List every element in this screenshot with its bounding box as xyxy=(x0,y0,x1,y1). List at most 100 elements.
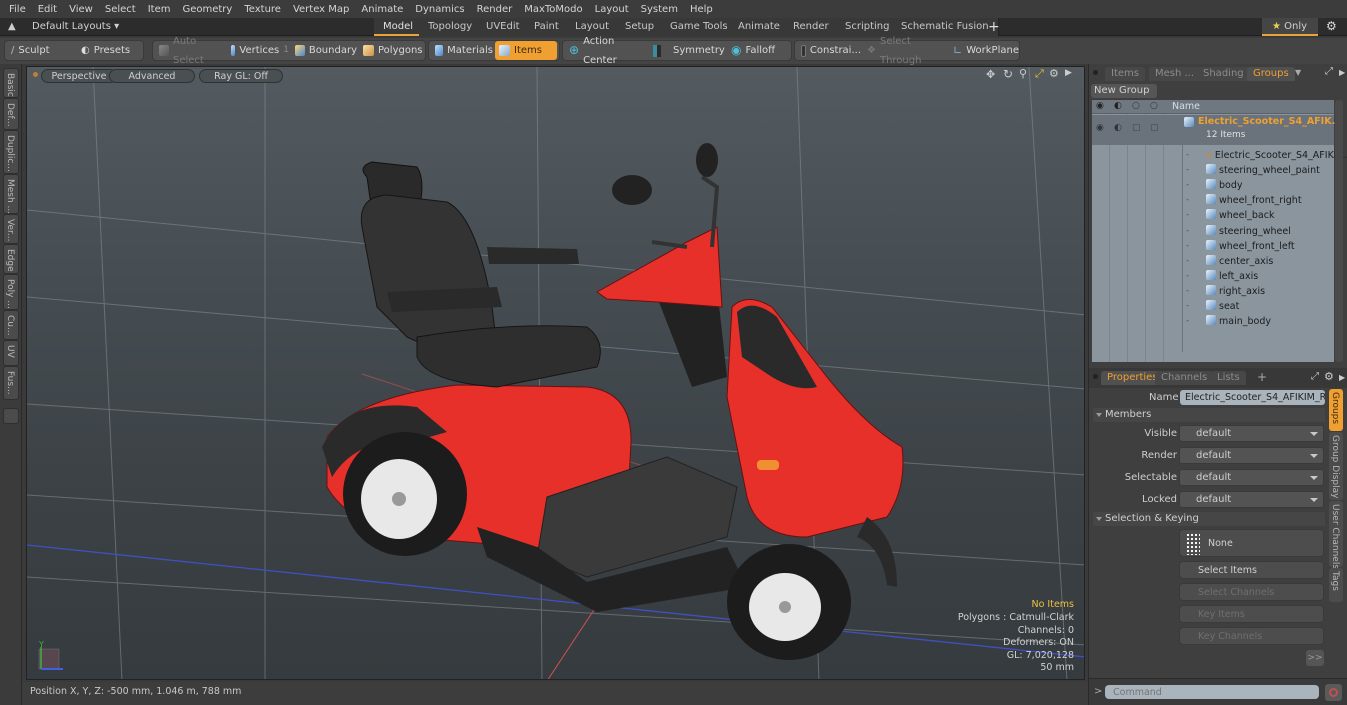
tree-member-row[interactable]: ‐ center_axis xyxy=(1092,254,1334,269)
select-channels-button[interactable]: Select Channels xyxy=(1179,583,1324,601)
gear-icon[interactable]: ⚙ xyxy=(1326,19,1337,33)
tab-mesh[interactable]: Mesh ... xyxy=(1149,67,1201,81)
auto-select-button[interactable]: Auto Select xyxy=(155,36,225,66)
collapse-icon[interactable]: ▲ xyxy=(8,21,16,32)
viewport-settings-icon[interactable]: ⚙ xyxy=(1049,67,1059,80)
constraints-button[interactable]: Constrai... xyxy=(797,41,861,60)
presets-button[interactable]: ◐ Presets xyxy=(77,41,141,60)
tab-fusion[interactable]: Fus... xyxy=(3,366,19,400)
selectable-select[interactable]: default xyxy=(1179,469,1324,486)
menu-help[interactable]: Help xyxy=(685,4,720,15)
render-select[interactable]: default xyxy=(1179,447,1324,464)
group-name-field[interactable]: Electric_Scooter_S4_AFIKIM_Rec xyxy=(1180,390,1325,405)
select-items-button[interactable]: Select Items xyxy=(1179,561,1324,579)
select-through-button[interactable]: ❖ Select Through xyxy=(863,36,947,66)
tab-shading[interactable]: Shading xyxy=(1197,67,1250,81)
menu-maxtomodo[interactable]: MaxToModo xyxy=(519,4,589,15)
tab-topology[interactable]: Topology xyxy=(419,18,483,36)
tab-render[interactable]: Render xyxy=(784,18,839,36)
maximize-icon[interactable]: ⤢ xyxy=(1035,67,1044,81)
menu-select[interactable]: Select xyxy=(100,4,143,15)
command-input[interactable] xyxy=(1105,685,1319,699)
falloff-button[interactable]: ◉ Falloff xyxy=(727,41,789,60)
expand-panel-icon[interactable]: ⤢ xyxy=(1325,66,1333,77)
tab-items[interactable]: Items xyxy=(1105,67,1145,81)
group-select-icon[interactable]: ▢ xyxy=(1150,123,1159,133)
tree-member-row[interactable]: ‐ main_body xyxy=(1092,314,1334,329)
tab-vertex[interactable]: Ver... xyxy=(3,214,19,244)
3d-viewport[interactable]: Y Perspective Advanced Ray GL: Off ✥ ↻ ⚲… xyxy=(26,66,1085,680)
menu-view[interactable]: View xyxy=(64,4,100,15)
tree-member-row[interactable]: ‐ seat xyxy=(1092,299,1334,314)
props-gear-icon[interactable]: ⚙ xyxy=(1324,370,1334,383)
expand-props-icon[interactable]: ⤢ xyxy=(1311,371,1319,382)
menu-dynamics[interactable]: Dynamics xyxy=(410,4,471,15)
tree-member-row[interactable]: ‐ body xyxy=(1092,178,1334,193)
new-group-button[interactable]: New Group xyxy=(1091,84,1157,98)
tab-uv[interactable]: UV xyxy=(3,340,19,366)
menu-texture[interactable]: Texture xyxy=(239,4,288,15)
zoom-icon[interactable]: ⚲ xyxy=(1019,67,1027,80)
tree-member-row[interactable]: ‐ wheel_front_left xyxy=(1092,239,1334,254)
side-tab-tags[interactable]: Tags xyxy=(1329,568,1343,602)
key-channels-button[interactable]: Key Channels xyxy=(1179,627,1324,645)
tab-lists[interactable]: Lists xyxy=(1211,371,1246,385)
tab-mesh[interactable]: Mesh ... xyxy=(3,174,19,214)
menu-vertex-map[interactable]: Vertex Map xyxy=(288,4,356,15)
only-filter-button[interactable]: ★ Only xyxy=(1262,18,1318,36)
visible-select[interactable]: default xyxy=(1179,425,1324,442)
props-arrow-icon[interactable]: ▶ xyxy=(1339,373,1345,382)
rotate-icon[interactable]: ↻ xyxy=(1003,67,1013,81)
tree-member-row[interactable]: ‐ steering_wheel_paint xyxy=(1092,163,1334,178)
tab-deform[interactable]: Def... xyxy=(3,98,19,130)
record-button[interactable] xyxy=(1325,684,1342,701)
pan-icon[interactable]: ✥ xyxy=(986,68,995,81)
tabs-dropdown-icon[interactable]: ▼ xyxy=(1295,68,1301,77)
menu-edit[interactable]: Edit xyxy=(33,4,64,15)
menu-render[interactable]: Render xyxy=(472,4,520,15)
tree-member-row[interactable]: ‐ ⨳ Electric_Scooter_S4_AFIKI ... xyxy=(1092,148,1347,163)
group-render-icon[interactable]: ◐ xyxy=(1114,123,1122,133)
tab-groups[interactable]: Groups xyxy=(1247,67,1295,81)
tab-edge[interactable]: Edge xyxy=(3,244,19,274)
tree-member-row[interactable]: ‐ right_axis xyxy=(1092,284,1334,299)
side-tab-groups[interactable]: Groups xyxy=(1329,389,1343,431)
side-tab-group-display[interactable]: Group Display xyxy=(1329,432,1343,500)
tree-member-row[interactable]: ‐ left_axis xyxy=(1092,269,1334,284)
symmetry-button[interactable]: Symmetry xyxy=(649,41,725,60)
add-tab-icon[interactable]: + xyxy=(1257,370,1267,384)
menu-layout[interactable]: Layout xyxy=(590,4,636,15)
tab-duplicate[interactable]: Duplic... xyxy=(3,130,19,174)
lock-icon[interactable]: ○ xyxy=(1132,101,1140,111)
eye-icon[interactable]: ◉ xyxy=(1096,101,1104,111)
tab-uvedit[interactable]: UVEdit xyxy=(477,18,530,36)
tab-extra[interactable] xyxy=(3,408,19,424)
tab-channels[interactable]: Channels xyxy=(1155,371,1214,385)
selection-set-button[interactable]: None xyxy=(1179,529,1324,557)
tree-scrollbar[interactable] xyxy=(1335,100,1343,362)
tab-paint[interactable]: Paint xyxy=(525,18,569,36)
selection-keying-section[interactable]: Selection & Keying xyxy=(1093,512,1325,526)
tree-member-row[interactable]: ‐ wheel_back xyxy=(1092,208,1334,223)
tab-animate[interactable]: Animate xyxy=(729,18,790,36)
panel-arrow-icon[interactable]: ▶ xyxy=(1339,68,1345,77)
tab-polygon[interactable]: Poly ... xyxy=(3,274,19,310)
menu-item[interactable]: Item xyxy=(143,4,178,15)
action-center-button[interactable]: ⊕ Action Center xyxy=(565,36,647,66)
more-button[interactable]: >> xyxy=(1306,650,1324,666)
select-icon[interactable]: ○ xyxy=(1150,101,1158,111)
group-eye-icon[interactable]: ◉ xyxy=(1096,123,1104,133)
menu-system[interactable]: System xyxy=(636,4,685,15)
menu-geometry[interactable]: Geometry xyxy=(177,4,239,15)
group-row[interactable]: ◉ ◐ ▢ ▢ Electric_Scooter_S4_AFIK... 12 I… xyxy=(1092,115,1342,145)
tree-member-row[interactable]: ‐ steering_wheel xyxy=(1092,224,1334,239)
view-mode-button[interactable]: Perspective xyxy=(41,69,117,83)
add-tab-button[interactable]: + xyxy=(988,18,1000,36)
items-button[interactable]: Items xyxy=(495,41,557,60)
render-icon[interactable]: ◐ xyxy=(1114,101,1122,111)
menu-file[interactable]: File xyxy=(4,4,33,15)
sculpt-button[interactable]: / Sculpt xyxy=(7,41,71,60)
tab-game-tools[interactable]: Game Tools xyxy=(661,18,738,36)
polygons-button[interactable]: Polygons xyxy=(359,41,423,60)
tab-curve[interactable]: Cu... xyxy=(3,310,19,340)
